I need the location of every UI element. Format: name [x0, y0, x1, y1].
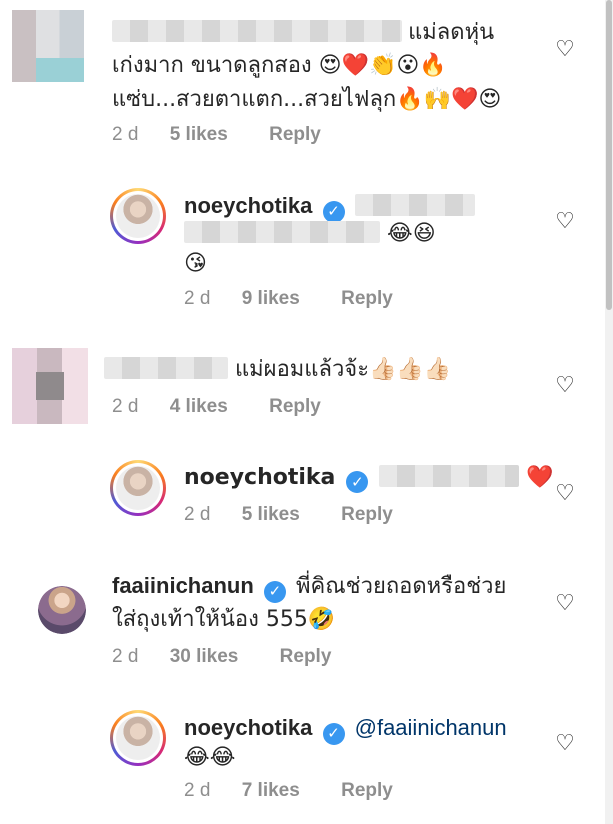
heart-outline-icon[interactable]: ♡ [554, 732, 576, 754]
reply-button[interactable]: Reply [341, 288, 393, 309]
comment-3: แม่ผอมแล้วจ้ะ👍🏻👍🏻👍🏻 2 d 4 likes Reply ♡ [0, 340, 613, 440]
verified-badge-icon: ✓ [346, 471, 369, 493]
mention-link[interactable]: @faaiinichanun [355, 715, 507, 740]
comment-1: แม่ลดหุ่น เก่งมาก ขนาดลูกสอง 😍❤️👏😮🔥 แซ่บ… [0, 0, 613, 160]
comment-meta: 2 d 7 likes Reply [184, 780, 429, 802]
comment-text: faaiinichanun ✓ พี่คิณช่วยถอดหรือช่วย [112, 570, 506, 603]
timestamp: 2 d [184, 504, 211, 525]
heart-outline-icon[interactable]: ♡ [554, 374, 576, 396]
timestamp: 2 d [112, 396, 139, 417]
scrollbar[interactable] [605, 0, 613, 824]
timestamp: 2 d [112, 646, 139, 667]
comment-text: ใส่ถุงเท้าให้น้อง 555🤣 [112, 607, 336, 632]
comment-text: แม่ลดหุ่น [112, 16, 494, 48]
timestamp: 2 d [184, 780, 211, 801]
avatar[interactable] [110, 460, 166, 516]
avatar-blurred[interactable] [12, 10, 84, 82]
username[interactable]: noeychotika [184, 715, 312, 740]
avatar[interactable] [38, 586, 86, 634]
comment-text: แม่ผอมแล้วจ้ะ👍🏻👍🏻👍🏻 [104, 354, 451, 386]
avatar[interactable] [110, 188, 166, 244]
likes-count[interactable]: 30 likes [170, 646, 239, 667]
reply-button[interactable]: Reply [269, 396, 321, 417]
verified-badge-icon: ✓ [263, 581, 286, 603]
username[interactable]: faaiinichanun [112, 573, 254, 598]
heart-outline-icon[interactable]: ♡ [554, 482, 576, 504]
reply-button[interactable]: Reply [280, 646, 332, 667]
likes-count[interactable]: 7 likes [242, 780, 300, 801]
username[interactable]: noeychotika [184, 465, 335, 490]
comment-5: faaiinichanun ✓ พี่คิณช่วยถอดหรือช่วย ใส… [0, 560, 613, 680]
likes-count[interactable]: 4 likes [170, 396, 228, 417]
comment-meta: 2 d 5 likes Reply [184, 504, 429, 526]
comment-meta: 2 d 5 likes Reply [112, 124, 357, 146]
comment-text: 😂😂 [184, 745, 236, 770]
comment-text: 😂😆 [184, 218, 436, 250]
comment-6: noeychotika ✓ @faaiinichanun 😂😂 2 d 7 li… [0, 700, 613, 824]
avatar[interactable] [110, 710, 166, 766]
username[interactable]: noeychotika [184, 193, 312, 218]
timestamp: 2 d [112, 124, 139, 145]
comment-text: 😘 [184, 251, 207, 276]
comment-text: noeychotika ✓ ❤️ [184, 465, 554, 493]
comment-meta: 2 d 4 likes Reply [112, 396, 357, 418]
likes-count[interactable]: 9 likes [242, 288, 300, 309]
likes-count[interactable]: 5 likes [170, 124, 228, 145]
heart-outline-icon[interactable]: ♡ [554, 38, 576, 60]
comment-text: เก่งมาก ขนาดลูกสอง 😍❤️👏😮🔥 [112, 53, 447, 78]
comment-2: noeychotika ✓ 😂😆 😘 2 d 9 likes Reply ♡ [0, 180, 613, 320]
scrollbar-thumb[interactable] [606, 0, 612, 310]
comment-text: แซ่บ...สวยตาแตก...สวยไฟลุก🔥🙌❤️😍 [112, 87, 502, 112]
reply-button[interactable]: Reply [269, 124, 321, 145]
reply-button[interactable]: Reply [341, 504, 393, 525]
comment-meta: 2 d 30 likes Reply [112, 646, 367, 668]
likes-count[interactable]: 5 likes [242, 504, 300, 525]
heart-outline-icon[interactable]: ♡ [554, 592, 576, 614]
heart-outline-icon[interactable]: ♡ [554, 210, 576, 232]
comment-meta: 2 d 9 likes Reply [184, 288, 429, 310]
comment-4: noeychotika ✓ ❤️ 2 d 5 likes Reply ♡ [0, 456, 613, 536]
reply-button[interactable]: Reply [341, 780, 393, 801]
comment-text: noeychotika ✓ @faaiinichanun [184, 712, 507, 745]
verified-badge-icon: ✓ [322, 723, 345, 745]
avatar-blurred[interactable] [12, 348, 88, 424]
timestamp: 2 d [184, 288, 211, 309]
